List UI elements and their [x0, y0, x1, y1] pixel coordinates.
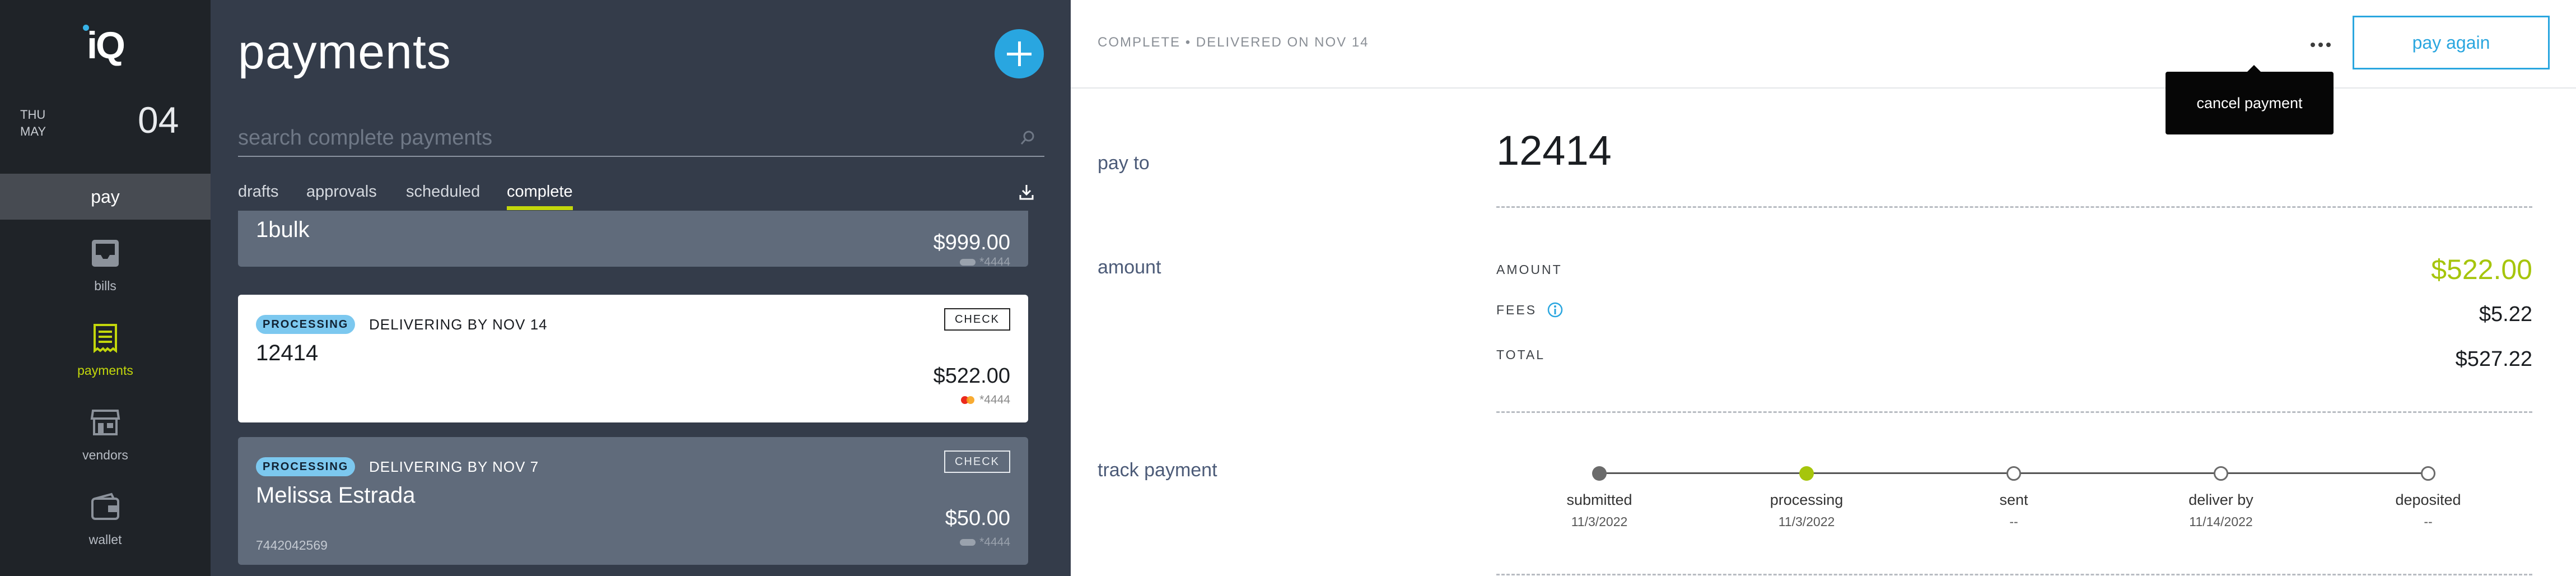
amount-value: $522.00 — [2431, 254, 2532, 285]
date-weekday: THU — [20, 108, 46, 122]
step-name: deposited — [2395, 491, 2461, 508]
nav-item-wallet[interactable]: wallet — [0, 492, 211, 559]
detail-status: COMPLETE • DELIVERED ON NOV 14 — [1098, 35, 1369, 50]
tab-approvals[interactable]: approvals — [306, 183, 377, 201]
receipt-icon — [94, 324, 117, 353]
page-title: payments — [238, 25, 451, 79]
nav-item-label: payments — [77, 363, 133, 378]
track-payment-label: track payment — [1098, 459, 1217, 481]
payee-name: 1bulk — [256, 217, 310, 242]
payment-amount: $522.00 — [933, 364, 1010, 388]
store-icon — [90, 410, 120, 435]
bank-card-icon — [960, 539, 976, 546]
payee-name: Melissa Estrada — [256, 483, 416, 508]
mastercard-icon — [961, 396, 975, 405]
step-date: -- — [2009, 514, 2018, 529]
bank-card-icon — [960, 259, 976, 266]
list-item[interactable]: PROCESSING DELIVERING BY NOV 7 CHECK Mel… — [238, 437, 1028, 565]
step-date: 11/3/2022 — [1571, 514, 1628, 529]
section-divider — [1496, 574, 2532, 575]
wallet-icon — [91, 493, 119, 520]
method-badge: CHECK — [944, 450, 1010, 473]
add-payment-button[interactable] — [995, 29, 1044, 78]
amount-title: AMOUNT — [1496, 262, 1562, 277]
step-dot-pending — [2006, 466, 2021, 481]
inbox-icon — [92, 240, 119, 267]
account-last4: *4444 — [959, 393, 1010, 407]
total-title: TOTAL — [1496, 347, 1545, 362]
method-badge: CHECK — [944, 308, 1010, 331]
section-divider — [1496, 206, 2532, 208]
app-logo[interactable]: iQ — [78, 24, 132, 67]
account-number: *4444 — [979, 536, 1010, 549]
step-dot-pending — [2421, 466, 2435, 481]
payee-name: 12414 — [256, 341, 319, 365]
search-icon[interactable] — [1019, 129, 1037, 147]
payment-tracker: submitted 11/3/2022 processing 11/3/2022… — [1496, 459, 2532, 544]
list-item[interactable]: 1bulk $999.00 *4444 — [238, 211, 1028, 269]
status-badge: PROCESSING — [256, 457, 356, 476]
pay-to-value: 12414 — [1496, 127, 1612, 174]
fees-title: FEES — [1496, 303, 1537, 317]
tab-drafts[interactable]: drafts — [238, 183, 279, 201]
step-name: sent — [1999, 491, 2028, 508]
nav-pay[interactable]: pay — [0, 174, 211, 220]
account-number: *4444 — [979, 393, 1010, 406]
total-value: $527.22 — [2455, 347, 2532, 371]
payee-number: 7442042569 — [256, 538, 328, 552]
date-month: MAY — [20, 124, 46, 138]
payment-amount: $50.00 — [945, 507, 1010, 530]
status-badge: PROCESSING — [256, 315, 356, 334]
nav-item-bills[interactable]: bills — [0, 238, 211, 305]
nav-item-label: wallet — [88, 532, 122, 547]
fees-value: $5.22 — [2479, 303, 2532, 326]
nav-item-label: bills — [94, 278, 116, 293]
active-tab-indicator — [507, 206, 573, 210]
cancel-payment-menu-item[interactable]: cancel payment — [2166, 65, 2334, 134]
step-dot-current — [1799, 466, 1814, 481]
header-divider — [1071, 87, 2576, 89]
step-date: 11/14/2022 — [2189, 514, 2253, 529]
payments-list: 1bulk $999.00 *4444 PROCESSING DELIVERIN… — [211, 211, 1071, 576]
step-date: -- — [2424, 514, 2433, 529]
payment-amount: $999.00 — [933, 231, 1010, 254]
account-number: *4444 — [979, 256, 1010, 268]
search-input[interactable] — [238, 121, 1000, 155]
search-bar — [238, 119, 1044, 157]
step-dot-complete — [1592, 466, 1607, 481]
pay-to-label: pay to — [1098, 152, 1150, 174]
date-day: 04 — [138, 99, 179, 141]
download-icon[interactable] — [1018, 183, 1035, 202]
step-date: 11/3/2022 — [1778, 514, 1835, 529]
amount-label: amount — [1098, 257, 1161, 278]
nav-item-label: vendors — [82, 448, 128, 462]
list-item[interactable]: PROCESSING DELIVERING BY NOV 14 CHECK 12… — [238, 295, 1028, 422]
tab-scheduled[interactable]: scheduled — [406, 183, 480, 201]
tab-complete[interactable]: complete — [507, 183, 573, 201]
nav-item-vendors[interactable]: vendors — [0, 407, 211, 475]
step-name: processing — [1770, 491, 1844, 508]
more-options-icon[interactable] — [2302, 34, 2341, 56]
step-name: deliver by — [2188, 491, 2253, 508]
account-last4: *4444 — [959, 536, 1010, 549]
delivery-text: DELIVERING BY NOV 14 — [369, 316, 548, 333]
date-weekday-month: THU MAY — [20, 106, 46, 140]
step-name: submitted — [1566, 491, 1632, 508]
nav-item-payments[interactable]: payments — [0, 323, 211, 390]
left-rail: iQ THU MAY 04 pay bills payments vendors… — [0, 0, 211, 576]
info-icon[interactable] — [1547, 301, 1564, 318]
delivery-text: DELIVERING BY NOV 7 — [369, 458, 539, 475]
account-last4: *4444 — [959, 256, 1010, 269]
pay-again-button[interactable]: pay again — [2353, 16, 2550, 69]
section-divider — [1496, 411, 2532, 413]
step-dot-pending — [2214, 466, 2228, 481]
